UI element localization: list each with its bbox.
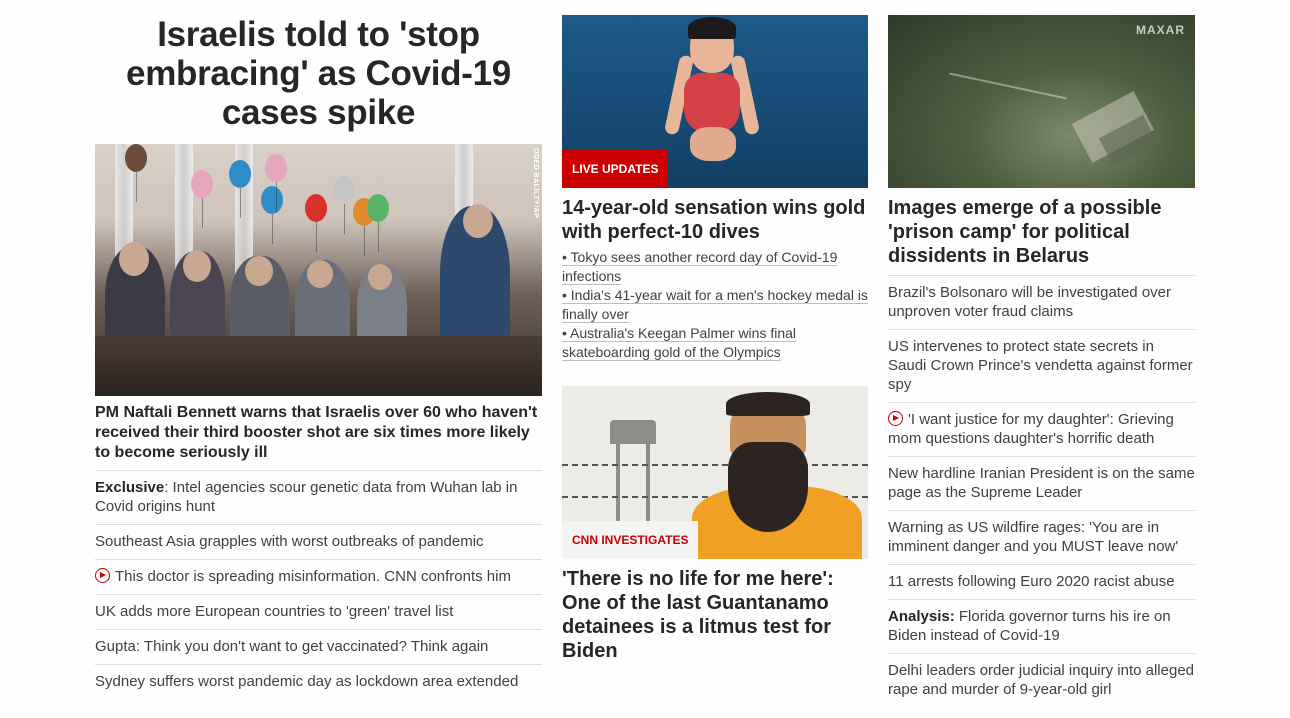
headline-prefix: Analysis:: [888, 608, 955, 625]
barbed-wire: [562, 464, 868, 466]
detainee-beard: [728, 442, 808, 532]
person-head: [463, 204, 493, 238]
guantanamo-illustration[interactable]: CNN INVESTIGATES: [562, 386, 868, 559]
olympic-diver-image[interactable]: LIVE UPDATES: [562, 15, 868, 188]
headline-item[interactable]: New hardline Iranian President is on the…: [888, 456, 1195, 510]
headline-item[interactable]: This doctor is spreading misinformation.…: [95, 559, 542, 594]
balloon: [367, 194, 389, 252]
headline-text: Southeast Asia grapples with worst outbr…: [95, 533, 484, 550]
video-play-icon: [888, 411, 903, 426]
headline-item[interactable]: Brazil's Bolsonaro will be investigated …: [888, 275, 1195, 329]
headline-item[interactable]: Sydney suffers worst pandemic day as loc…: [95, 664, 542, 699]
belarus-headline[interactable]: Images emerge of a possible 'prison camp…: [888, 196, 1195, 268]
detainee-hair: [726, 392, 810, 416]
sub-link[interactable]: • Tokyo sees another record day of Covid…: [562, 248, 868, 286]
diver-legs: [690, 127, 736, 161]
headline-text: This doctor is spreading misinformation.…: [115, 568, 511, 585]
balloon: [305, 194, 327, 252]
headline-item[interactable]: Analysis: Florida governor turns his ire…: [888, 599, 1195, 653]
right-headlines-list: Brazil's Bolsonaro will be investigated …: [888, 275, 1195, 707]
headline-text: 'I want justice for my daughter': Grievi…: [888, 411, 1174, 447]
guantanamo-headline[interactable]: 'There is no life for me here': One of t…: [562, 567, 868, 663]
headline-item[interactable]: US intervenes to protect state secrets i…: [888, 329, 1195, 402]
balloon: [229, 160, 251, 218]
headline-item[interactable]: Gupta: Think you don't want to get vacci…: [95, 629, 542, 664]
headline-text: Sydney suffers worst pandemic day as loc…: [95, 673, 519, 690]
live-updates-badge[interactable]: LIVE UPDATES: [562, 150, 669, 188]
balloon: [261, 186, 283, 244]
headline-text: 11 arrests following Euro 2020 racist ab…: [888, 573, 1175, 590]
hero-headline[interactable]: Israelis told to 'stop embracing' as Cov…: [95, 15, 542, 132]
maxar-logo: MAXAR: [1136, 23, 1185, 37]
balloon: [333, 176, 355, 234]
headline-text: Gupta: Think you don't want to get vacci…: [95, 638, 489, 655]
olympics-headline[interactable]: 14-year-old sensation wins gold with per…: [562, 196, 868, 244]
headline-prefix: Exclusive: [95, 479, 165, 496]
person-head: [119, 242, 149, 276]
headline-text: UK adds more European countries to 'gree…: [95, 603, 454, 620]
lead-summary[interactable]: PM Naftali Bennett warns that Israelis o…: [95, 403, 542, 463]
related-headlines-list: Exclusive: Intel agencies scour genetic …: [95, 470, 542, 699]
sub-link[interactable]: • Australia's Keegan Palmer wins final s…: [562, 324, 868, 362]
diver-body: [684, 73, 740, 133]
headline-item[interactable]: 11 arrests following Euro 2020 racist ab…: [888, 564, 1195, 599]
balloon: [191, 170, 213, 228]
watchtower: [610, 420, 656, 530]
person-head: [307, 260, 333, 288]
headline-text: US intervenes to protect state secrets i…: [888, 338, 1193, 393]
road: [949, 72, 1067, 100]
headline-text: Warning as US wildfire rages: 'You are i…: [888, 519, 1179, 555]
headline-item[interactable]: Warning as US wildfire rages: 'You are i…: [888, 510, 1195, 564]
headline-text: New hardline Iranian President is on the…: [888, 465, 1195, 501]
balloon: [125, 144, 147, 202]
person-head: [368, 264, 392, 290]
olympics-sub-links: • Tokyo sees another record day of Covid…: [562, 248, 868, 362]
headline-item[interactable]: Exclusive: Intel agencies scour genetic …: [95, 470, 542, 524]
headline-text: Brazil's Bolsonaro will be investigated …: [888, 284, 1172, 320]
photo-credit: ODED BALILTY/AP: [532, 148, 539, 219]
diver-hair: [688, 17, 736, 39]
video-play-icon: [95, 568, 110, 583]
headline-item[interactable]: Delhi leaders order judicial inquiry int…: [888, 653, 1195, 707]
person-head: [245, 256, 273, 286]
right-column: MAXAR Images emerge of a possible 'priso…: [888, 0, 1195, 707]
floor: [95, 336, 542, 396]
headline-item[interactable]: 'I want justice for my daughter': Grievi…: [888, 402, 1195, 456]
headline-item[interactable]: Southeast Asia grapples with worst outbr…: [95, 524, 542, 559]
lead-story-column: Israelis told to 'stop embracing' as Cov…: [95, 0, 542, 699]
hero-image[interactable]: ODED BALILTY/AP: [95, 144, 542, 396]
headline-text: Delhi leaders order judicial inquiry int…: [888, 662, 1195, 698]
headline-item[interactable]: UK adds more European countries to 'gree…: [95, 594, 542, 629]
middle-column: LIVE UPDATES 14-year-old sensation wins …: [562, 0, 868, 663]
satellite-image[interactable]: MAXAR: [888, 15, 1195, 188]
person-head: [183, 250, 211, 282]
sub-link[interactable]: • India's 41-year wait for a men's hocke…: [562, 286, 868, 324]
cnn-investigates-badge[interactable]: CNN INVESTIGATES: [562, 521, 699, 559]
balloon: [265, 154, 287, 212]
